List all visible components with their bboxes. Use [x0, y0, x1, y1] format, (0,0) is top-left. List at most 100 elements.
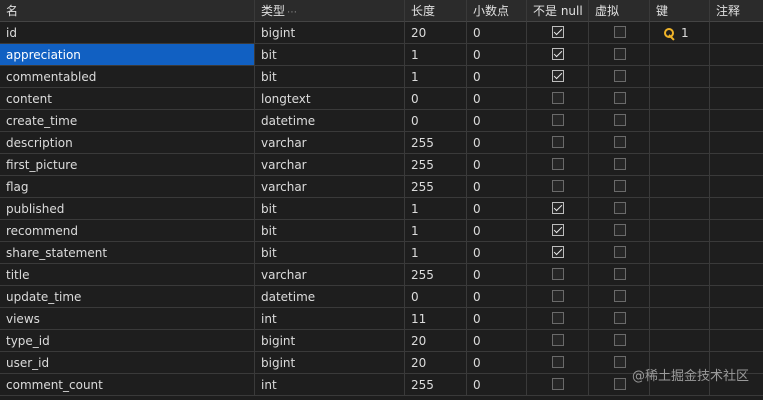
field-type-cell[interactable]: varchar	[255, 154, 405, 176]
comment-cell[interactable]	[710, 88, 763, 110]
field-name-cell[interactable]: description	[0, 132, 255, 154]
field-decimal-cell[interactable]: 0	[467, 22, 527, 44]
virtual-checkbox[interactable]	[614, 136, 626, 148]
field-type-cell[interactable]: varchar	[255, 264, 405, 286]
key-cell[interactable]	[650, 44, 710, 66]
field-type-cell[interactable]: bit	[255, 44, 405, 66]
key-cell[interactable]	[650, 198, 710, 220]
col-header-key[interactable]: 键	[650, 0, 710, 22]
not-null-cell[interactable]	[527, 374, 589, 396]
table-row[interactable]: published bit 1 0	[0, 198, 763, 220]
field-decimal-cell[interactable]: 0	[467, 44, 527, 66]
col-header-decimal[interactable]: 小数点	[467, 0, 527, 22]
table-row[interactable]: type_id bigint 20 0	[0, 330, 763, 352]
key-cell[interactable]	[650, 264, 710, 286]
field-decimal-cell[interactable]: 0	[467, 264, 527, 286]
not-null-cell[interactable]	[527, 44, 589, 66]
field-name-cell[interactable]: type_id	[0, 330, 255, 352]
not-null-cell[interactable]	[527, 352, 589, 374]
field-type-cell[interactable]: datetime	[255, 286, 405, 308]
not-null-cell[interactable]	[527, 22, 589, 44]
virtual-cell[interactable]	[589, 154, 650, 176]
field-name-cell[interactable]: first_picture	[0, 154, 255, 176]
table-row[interactable]: description varchar 255 0	[0, 132, 763, 154]
virtual-checkbox[interactable]	[614, 48, 626, 60]
virtual-checkbox[interactable]	[614, 114, 626, 126]
virtual-cell[interactable]	[589, 88, 650, 110]
comment-cell[interactable]	[710, 110, 763, 132]
table-row[interactable]: first_picture varchar 255 0	[0, 154, 763, 176]
virtual-cell[interactable]	[589, 264, 650, 286]
virtual-checkbox[interactable]	[614, 312, 626, 324]
virtual-cell[interactable]	[589, 308, 650, 330]
comment-cell[interactable]	[710, 330, 763, 352]
field-decimal-cell[interactable]: 0	[467, 88, 527, 110]
not-null-cell[interactable]	[527, 88, 589, 110]
field-name-cell[interactable]: views	[0, 308, 255, 330]
comment-cell[interactable]	[710, 154, 763, 176]
key-cell[interactable]	[650, 220, 710, 242]
not-null-checkbox[interactable]	[552, 114, 564, 126]
virtual-checkbox[interactable]	[614, 378, 626, 390]
not-null-checkbox[interactable]	[552, 92, 564, 104]
field-name-cell[interactable]: appreciation	[0, 44, 255, 66]
field-name-cell[interactable]: share_statement	[0, 242, 255, 264]
col-header-comment[interactable]: 注释	[710, 0, 763, 22]
col-header-name[interactable]: 名	[0, 0, 255, 22]
not-null-checkbox[interactable]	[552, 246, 564, 258]
field-length-cell[interactable]: 1	[405, 198, 467, 220]
field-length-cell[interactable]: 0	[405, 286, 467, 308]
field-decimal-cell[interactable]: 0	[467, 176, 527, 198]
field-type-cell[interactable]: longtext	[255, 88, 405, 110]
field-name-cell[interactable]: content	[0, 88, 255, 110]
field-decimal-cell[interactable]: 0	[467, 242, 527, 264]
field-decimal-cell[interactable]: 0	[467, 66, 527, 88]
not-null-checkbox[interactable]	[552, 202, 564, 214]
key-cell[interactable]	[650, 154, 710, 176]
key-cell[interactable]	[650, 286, 710, 308]
not-null-cell[interactable]	[527, 220, 589, 242]
table-row[interactable]: commentabled bit 1 0	[0, 66, 763, 88]
field-name-cell[interactable]: update_time	[0, 286, 255, 308]
field-type-cell[interactable]: bit	[255, 66, 405, 88]
col-header-length[interactable]: 长度	[405, 0, 467, 22]
field-decimal-cell[interactable]: 0	[467, 374, 527, 396]
key-cell[interactable]	[650, 242, 710, 264]
field-type-cell[interactable]: bigint	[255, 352, 405, 374]
comment-cell[interactable]	[710, 132, 763, 154]
key-cell[interactable]	[650, 132, 710, 154]
virtual-cell[interactable]	[589, 176, 650, 198]
field-length-cell[interactable]: 20	[405, 330, 467, 352]
not-null-checkbox[interactable]	[552, 180, 564, 192]
not-null-cell[interactable]	[527, 154, 589, 176]
not-null-checkbox[interactable]	[552, 312, 564, 324]
not-null-cell[interactable]	[527, 242, 589, 264]
virtual-cell[interactable]	[589, 198, 650, 220]
virtual-checkbox[interactable]	[614, 158, 626, 170]
field-length-cell[interactable]: 255	[405, 264, 467, 286]
not-null-cell[interactable]	[527, 264, 589, 286]
field-type-cell[interactable]: varchar	[255, 176, 405, 198]
field-decimal-cell[interactable]: 0	[467, 198, 527, 220]
key-cell[interactable]	[650, 330, 710, 352]
virtual-checkbox[interactable]	[614, 246, 626, 258]
field-decimal-cell[interactable]: 0	[467, 154, 527, 176]
not-null-cell[interactable]	[527, 198, 589, 220]
not-null-checkbox[interactable]	[552, 26, 564, 38]
virtual-checkbox[interactable]	[614, 180, 626, 192]
not-null-checkbox[interactable]	[552, 70, 564, 82]
virtual-cell[interactable]	[589, 330, 650, 352]
field-name-cell[interactable]: published	[0, 198, 255, 220]
virtual-cell[interactable]	[589, 44, 650, 66]
not-null-checkbox[interactable]	[552, 356, 564, 368]
virtual-cell[interactable]	[589, 132, 650, 154]
col-header-virtual[interactable]: 虚拟	[589, 0, 650, 22]
comment-cell[interactable]	[710, 286, 763, 308]
virtual-checkbox[interactable]	[614, 92, 626, 104]
field-length-cell[interactable]: 1	[405, 242, 467, 264]
not-null-cell[interactable]	[527, 132, 589, 154]
comment-cell[interactable]	[710, 308, 763, 330]
field-name-cell[interactable]: create_time	[0, 110, 255, 132]
table-row[interactable]: flag varchar 255 0	[0, 176, 763, 198]
virtual-cell[interactable]	[589, 110, 650, 132]
